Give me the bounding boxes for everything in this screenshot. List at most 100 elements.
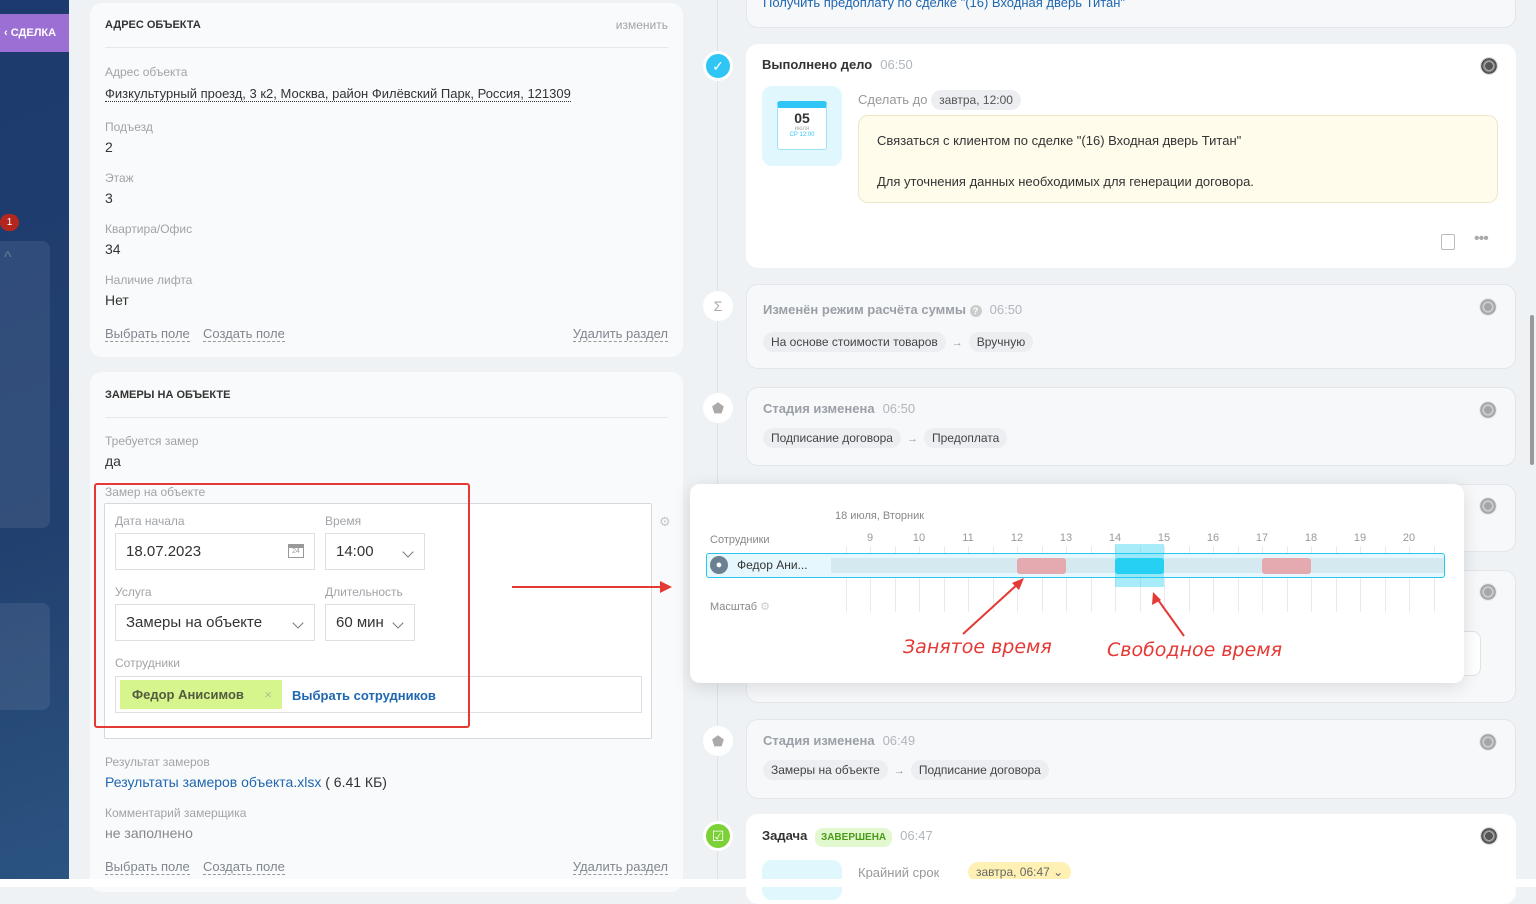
hour-label: 17 [1255,532,1269,544]
divider [105,47,668,48]
hour-label: 12 [1010,532,1024,544]
task-description: Связаться с клиентом по сделке "(16) Вхо… [858,115,1498,203]
delete-section-link[interactable]: Удалить раздел [572,859,668,875]
card-time: 06:50 [989,302,1023,317]
employee-row[interactable]: ● Федор Ани... [706,553,1445,578]
free-arrow [1155,596,1185,637]
annotation-arrow [512,586,662,588]
arrow-right-icon: → [906,433,918,445]
deadline-value: завтра, 06:47 [976,865,1050,879]
create-field-link[interactable]: Создать поле [203,326,285,342]
task-check-icon: ☑ [703,821,733,851]
deadline-pill[interactable]: завтра, 12:00 [931,90,1021,110]
chevron-up-icon[interactable]: ^ [4,249,12,267]
schedule-date: 18 июля, Вторник [835,510,925,522]
hour-label: 16 [1206,532,1220,544]
field-value: 3 [105,190,113,206]
gear-icon[interactable]: ⚙ [760,601,770,613]
cal-day: 05 [794,110,810,126]
hour-label: 13 [1059,532,1073,544]
edit-link[interactable]: изменить [616,18,668,32]
timeline-card-stage: Стадия изменена 06:50 Подписание договора… [746,387,1516,466]
timeline-card-stage: Стадия изменена 06:49 Замеры на объекте → П… [746,719,1516,799]
field-value: 34 [105,241,121,257]
gear-icon[interactable]: ⚙ [659,514,671,530]
divider [105,417,668,418]
chevron-left-icon: ‹ [4,27,11,39]
avatar[interactable] [1479,401,1497,419]
arrow-head-icon [660,581,672,593]
scrollbar[interactable] [1530,315,1534,465]
note-icon[interactable] [1441,234,1455,250]
field-label: Квартира/Офис [105,222,193,236]
more-icon[interactable]: ••• [1474,230,1489,248]
hour-label: 11 [962,532,974,544]
delete-section-link[interactable]: Удалить раздел [572,326,668,342]
address-value[interactable]: Физкультурный проезд, 3 к2, Москва, райо… [105,86,571,102]
user-avatar-icon: ● [710,556,728,574]
highlight-box [94,483,470,728]
select-field-link[interactable]: Выбрать поле [105,859,190,875]
field-value: 2 [105,139,113,155]
hour-label: 19 [1353,532,1367,544]
arrow-right-icon: → [951,337,963,349]
cal-time: СР 12:00 [789,132,815,138]
card-title: Выполнено дело [762,57,873,72]
to-pill: Вручную [968,332,1034,352]
arrow-head-icon [1012,578,1024,590]
field-label: Адрес объекта [105,65,188,79]
busy-slot[interactable] [1017,558,1066,574]
avatar[interactable] [1479,583,1497,601]
card-time: 06:50 [882,401,916,416]
hour-label: 20 [1402,532,1416,544]
hour-label: 15 [1157,532,1171,544]
sigma-icon: Σ [703,291,733,321]
field-label: Подъезд [105,120,153,134]
status-badge: ЗАВЕРШЕНА [814,828,893,847]
sidebar-panel: ^ [0,241,50,528]
schedule-popup: 18 июля, Вторник Сотрудники 9 10 11 12 13 14 1… [690,484,1464,683]
busy-slot[interactable] [1262,558,1311,574]
field-label: Наличие лифта [105,273,193,287]
deal-tab[interactable]: ‹ СДЕЛКА [0,14,69,52]
busy-arrow [962,581,1021,635]
calendar-icon: 05 июля СР 12:00 [762,86,842,166]
field-value: Нет [105,292,129,308]
free-annotation: Свободное время [1107,639,1283,661]
field-label: Требуется замер [105,434,199,448]
hour-label: 10 [912,532,926,544]
file-size: ( 6.41 КБ) [325,774,387,790]
avatar[interactable] [1479,733,1497,751]
hour-label: 9 [866,532,874,544]
deadline-label: Крайний срок [858,865,940,880]
hour-label: 14 [1108,532,1122,544]
result-file: Результаты замеров объекта.xlsx ( 6.41 К… [105,774,387,790]
task-link[interactable]: Получить предоплату по сделке "(16) Вход… [763,0,1125,10]
free-slot[interactable] [1115,558,1164,574]
field-label: Результат замеров [105,755,210,769]
field-label: Комментарий замерщика [105,806,247,820]
avatar[interactable] [1479,298,1497,316]
scale-label: Масштаб [710,601,758,613]
card-title: Стадия изменена [763,733,875,748]
avatar[interactable] [1480,57,1498,75]
select-field-link[interactable]: Выбрать поле [105,326,190,342]
field-value: не заполнено [105,825,193,841]
to-pill: Предоплата [923,428,1008,448]
deadline-label: Сделать до [858,92,928,107]
card-title: Изменён режим расчёта суммы [763,302,966,317]
description-line: Для уточнения данных необходимых для ген… [877,174,1254,189]
stage-icon: ⬟ [703,393,733,423]
avatar[interactable] [1480,827,1498,845]
result-file-link[interactable]: Результаты замеров объекта.xlsx [105,774,321,790]
help-icon[interactable]: ? [969,305,982,317]
sidebar-panel [0,603,50,710]
check-icon: ✓ [703,51,733,81]
staff-header: Сотрудники [710,534,770,546]
avatar[interactable] [1479,497,1497,515]
busy-annotation: Занятое время [903,636,1052,658]
create-field-link[interactable]: Создать поле [203,859,285,875]
card-time: 06:50 [880,57,913,72]
from-pill: Замеры на объекте [763,760,888,780]
bottom-bar [0,879,1536,887]
